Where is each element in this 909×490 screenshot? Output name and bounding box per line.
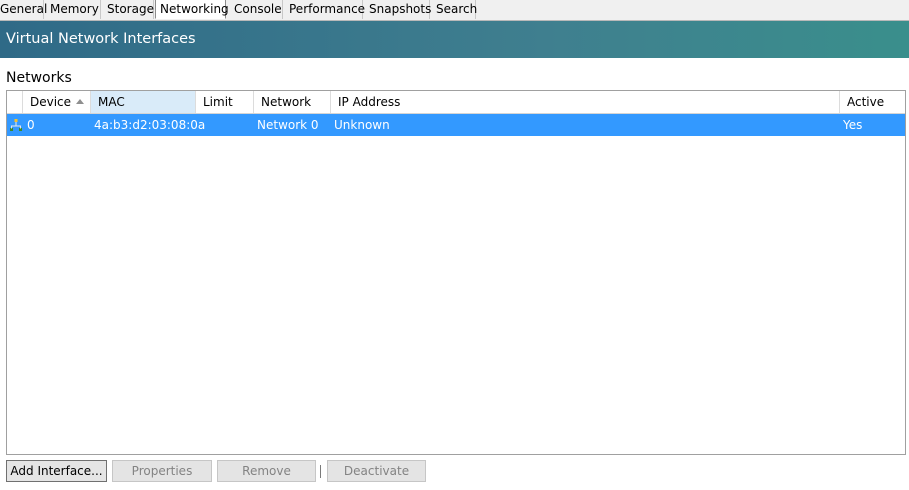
- column-header-label: MAC: [98, 95, 125, 109]
- sort-ascending-icon: [76, 99, 84, 104]
- cell-device: 0: [27, 118, 35, 132]
- tab-general[interactable]: General: [0, 0, 48, 19]
- remove-button[interactable]: Remove: [217, 460, 316, 482]
- tab-console[interactable]: Console: [228, 0, 283, 19]
- tab-label: Storage: [107, 2, 154, 16]
- column-header-ip-address[interactable]: IP Address: [331, 91, 840, 113]
- column-header-network[interactable]: Network: [254, 91, 331, 113]
- button-label: Deactivate: [343, 464, 410, 478]
- tab-snapshots[interactable]: Snapshots: [364, 0, 432, 19]
- tab-label: Performance: [289, 2, 366, 16]
- cell-mac: 4a:b3:d2:03:08:0a: [94, 118, 206, 132]
- tab-search[interactable]: Search: [431, 0, 478, 19]
- tab-bar: General Memory Storage Networking Consol…: [0, 0, 909, 21]
- button-label: Add Interface...: [10, 464, 103, 478]
- column-header-device[interactable]: Device: [23, 91, 91, 113]
- tab-label: Snapshots: [369, 2, 432, 16]
- column-header-limit[interactable]: Limit: [196, 91, 254, 113]
- page-title: Virtual Network Interfaces: [6, 31, 196, 47]
- table-header: Device MAC Limit Network IP Address Acti…: [7, 91, 905, 114]
- tab-networking[interactable]: Networking: [155, 0, 229, 19]
- cell-ip-address: Unknown: [334, 118, 390, 132]
- tab-performance[interactable]: Performance: [284, 0, 366, 19]
- column-header-mac[interactable]: MAC: [91, 91, 196, 113]
- page-header: Virtual Network Interfaces: [0, 21, 909, 58]
- table-row[interactable]: 0 4a:b3:d2:03:08:0a Network 0 Unknown Ye…: [7, 114, 905, 136]
- column-header-icon: [7, 91, 23, 113]
- toolbar-separator: [320, 465, 321, 478]
- column-header-label: Active: [847, 95, 885, 109]
- tab-label: Console: [234, 2, 282, 16]
- tab-label: Memory: [50, 2, 99, 16]
- column-header-label: IP Address: [338, 95, 401, 109]
- tab-memory[interactable]: Memory: [44, 0, 101, 19]
- section-title: Networks: [6, 70, 72, 86]
- tab-label: Networking: [160, 2, 229, 16]
- network-interface-icon: [10, 119, 22, 131]
- cell-active: Yes: [843, 118, 863, 132]
- column-header-active[interactable]: Active: [840, 91, 905, 113]
- column-header-label: Device: [30, 95, 72, 109]
- add-interface-button[interactable]: Add Interface...: [6, 460, 107, 482]
- tab-label: Search: [436, 2, 478, 16]
- button-label: Remove: [242, 464, 291, 478]
- tab-label: General: [0, 2, 48, 16]
- properties-button[interactable]: Properties: [112, 460, 212, 482]
- deactivate-button[interactable]: Deactivate: [327, 460, 426, 482]
- column-header-label: Network: [261, 95, 312, 109]
- column-header-label: Limit: [203, 95, 233, 109]
- cell-network: Network 0: [257, 118, 319, 132]
- tab-storage[interactable]: Storage: [102, 0, 154, 19]
- network-interfaces-table: Device MAC Limit Network IP Address Acti…: [6, 90, 906, 455]
- button-label: Properties: [131, 464, 193, 478]
